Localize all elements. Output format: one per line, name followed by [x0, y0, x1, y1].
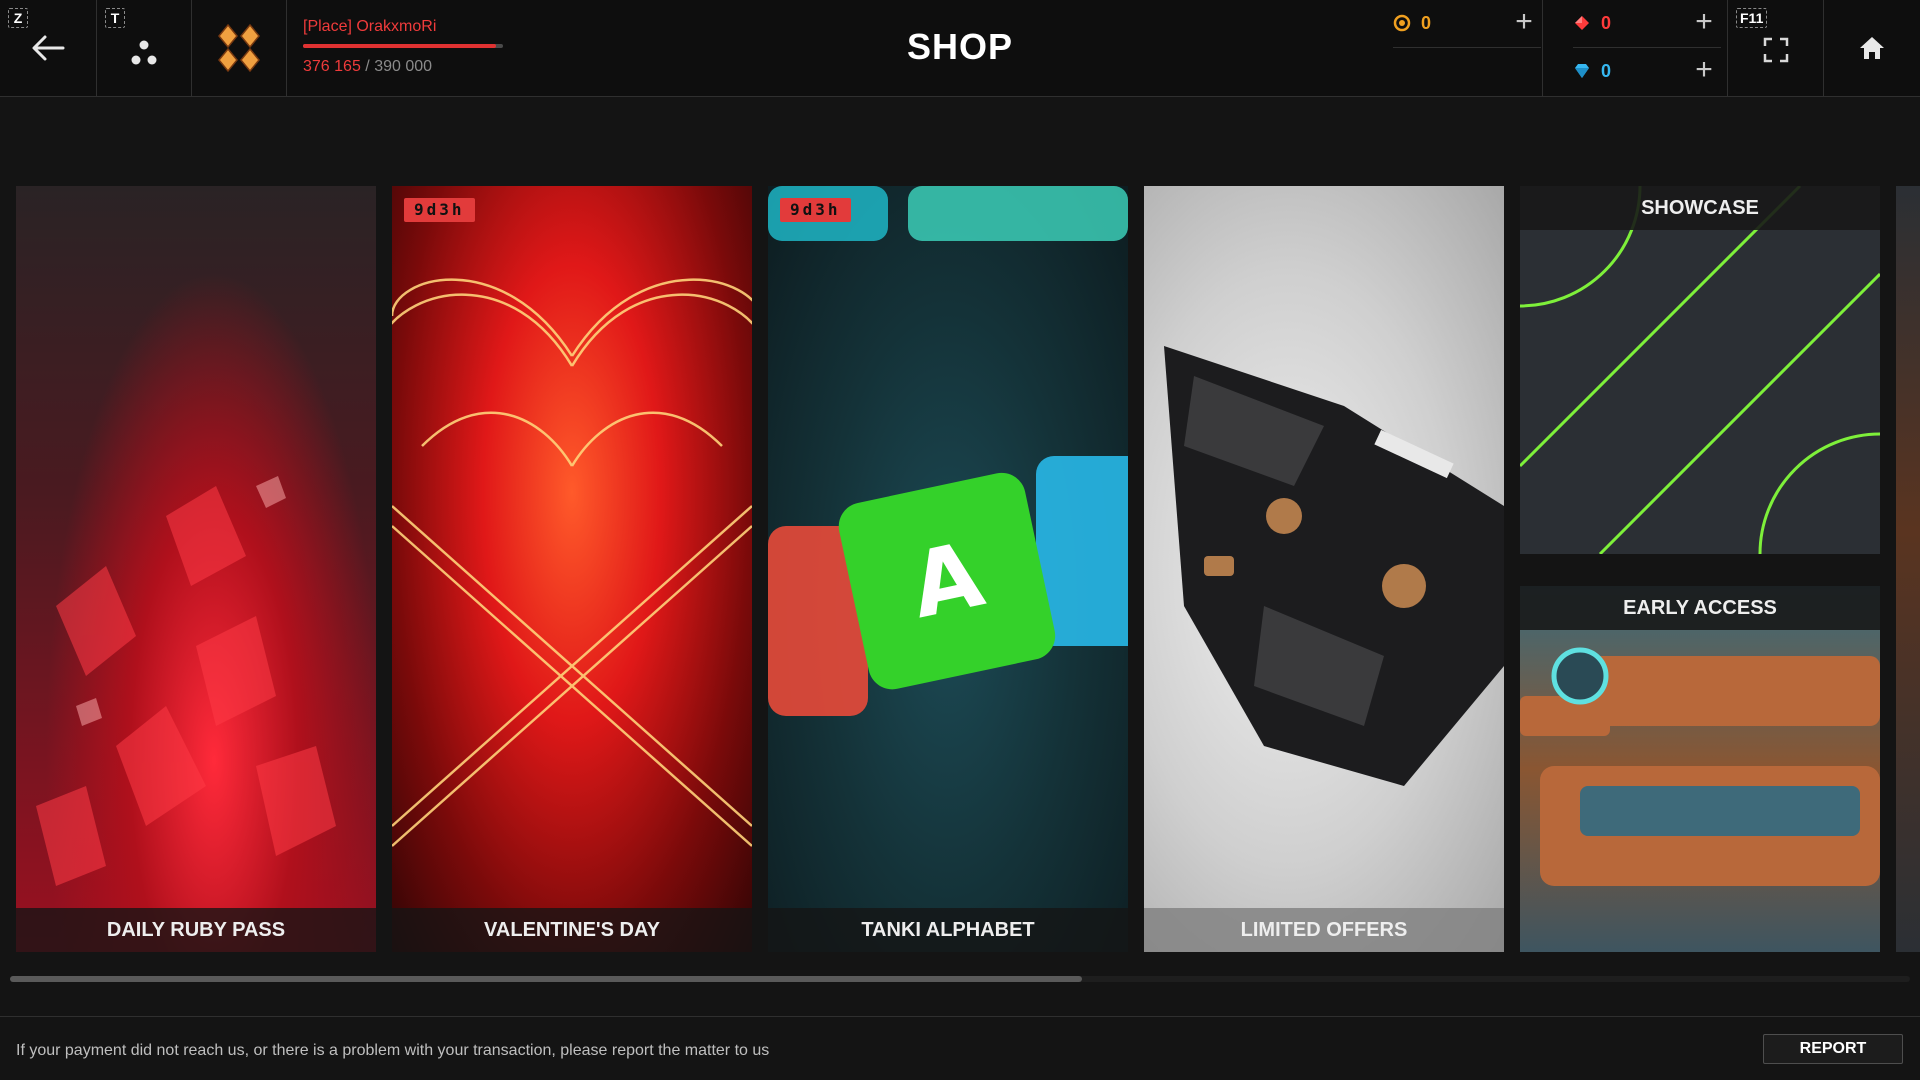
diamonds-balance: 0 + — [1573, 48, 1721, 96]
card-label: TANKI ALPHABET — [768, 908, 1128, 952]
card-art — [392, 186, 752, 952]
top-bar: Z T [Place] OrakxmoRi 376 165 / 390 000 — [0, 0, 1920, 97]
card-art: A — [768, 186, 1128, 952]
diamond-icon — [1575, 64, 1589, 78]
card-label: VALENTINE'S DAY — [392, 908, 752, 952]
card-label: DAILY RUBY PASS — [16, 908, 376, 952]
payment-help-text: If your payment did not reach us, or the… — [16, 1042, 770, 1059]
fullscreen-button[interactable]: F11 — [1727, 0, 1824, 96]
horizontal-scrollbar[interactable] — [10, 976, 1910, 982]
rubies-amount: 0 — [1601, 13, 1612, 33]
diamonds-amount: 0 — [1601, 61, 1612, 81]
event-timer-badge: 9d3h — [780, 198, 851, 222]
showcase-lines-art — [1520, 186, 1880, 554]
event-timer-badge: 9d3h — [404, 198, 475, 222]
next-card-peek[interactable] — [1896, 186, 1920, 952]
shop-card-limited-offers[interactable]: LIMITED OFFERS — [1144, 186, 1504, 952]
crystals-balance: 0 + — [1393, 0, 1541, 48]
shop-card-showcase[interactable]: SHOWCASE — [1520, 186, 1880, 554]
shop-card-daily-ruby-pass[interactable]: DAILY RUBY PASS — [16, 186, 376, 952]
report-button[interactable]: REPORT — [1763, 1034, 1903, 1064]
shop-card-valentines-day[interactable]: 9d3h VALENTINE'S DAY — [392, 186, 752, 952]
shop-card-tanki-alphabet[interactable]: A 9d3h TANKI ALPHABET — [768, 186, 1128, 952]
crystal-coin-icon — [1393, 14, 1411, 32]
card-art — [1144, 186, 1504, 952]
add-rubies-button[interactable]: + — [1687, 6, 1721, 40]
card-art — [16, 186, 376, 952]
crystals-amount: 0 — [1421, 13, 1432, 33]
ruby-icon — [1575, 16, 1589, 30]
ruby-shards-art — [36, 476, 336, 886]
fullscreen-icon — [1763, 37, 1788, 63]
copper-tank-art — [1520, 647, 1880, 886]
rubies-balance: 0 + — [1573, 0, 1721, 48]
footer: If your payment did not reach us, or the… — [0, 1016, 1920, 1080]
add-crystals-button[interactable]: + — [1507, 6, 1541, 40]
divider — [1542, 0, 1543, 96]
tank-art — [1164, 346, 1504, 786]
home-icon — [1860, 37, 1884, 59]
hotkey-badge-back: Z — [8, 8, 28, 28]
add-diamonds-button[interactable]: + — [1687, 54, 1721, 88]
alphabet-tiles-art: A — [768, 186, 1128, 716]
hotkey-badge-fullscreen: F11 — [1736, 8, 1768, 28]
hotkey-badge-clan: T — [105, 8, 125, 28]
card-label: SHOWCASE — [1520, 186, 1880, 230]
card-label: EARLY ACCESS — [1520, 586, 1880, 630]
shop-card-early-access[interactable]: EARLY ACCESS — [1520, 586, 1880, 952]
card-label: LIMITED OFFERS — [1144, 908, 1504, 952]
neon-heart-art — [392, 278, 752, 847]
home-button[interactable] — [1824, 0, 1920, 96]
scrollbar-thumb[interactable] — [10, 976, 1082, 982]
